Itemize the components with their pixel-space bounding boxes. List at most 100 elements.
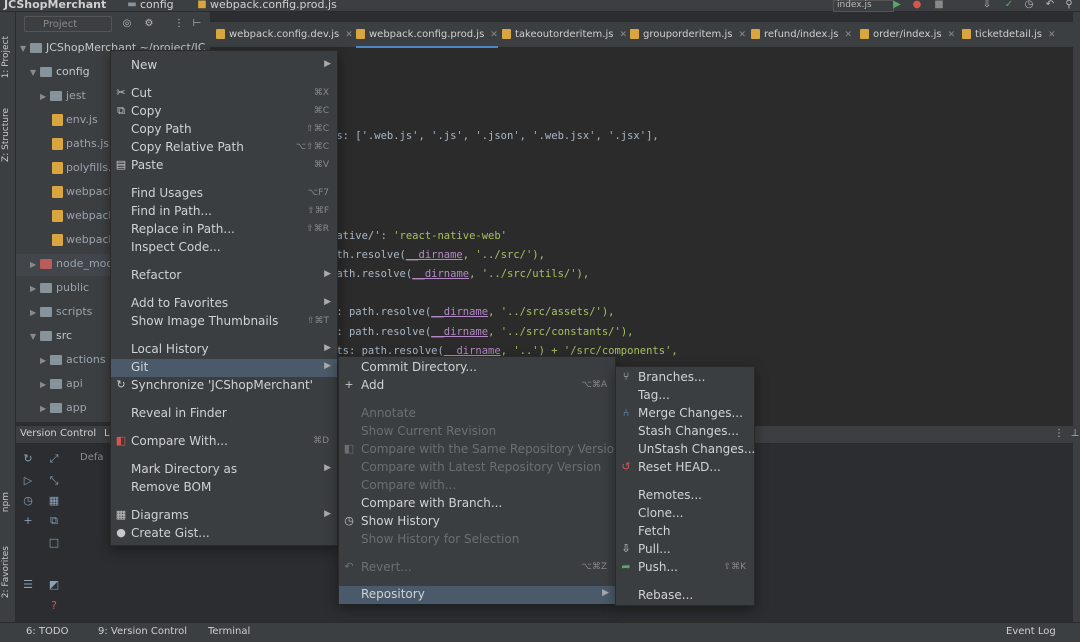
square-icon[interactable]: □ [48,537,60,549]
settings-icon[interactable]: ⚙ [144,19,154,29]
target-icon[interactable]: ◎ [122,19,132,29]
menu-copy[interactable]: ⧉ Copy ⌘C [111,103,337,121]
expand-icon[interactable]: ⤢ [48,453,60,465]
menu-compare-branch[interactable]: Compare with Branch... [339,495,615,513]
history-icon[interactable]: ◷ [1024,0,1034,10]
vcs-update-icon[interactable]: ⇩ [982,0,992,10]
menu-merge-changes[interactable]: ⑃ Merge Changes... [616,405,754,423]
tab-webpack-dev[interactable]: webpack.config.dev.js ✕ [216,22,353,48]
menu-add-favorites[interactable]: Add to Favorites ▶ [111,295,337,313]
project-tool-tab[interactable]: 1: Project [1,36,11,78]
hide-panel-icon[interactable]: ⊥ [1070,429,1080,439]
npm-tool-tab[interactable]: npm [1,492,11,512]
tab-refund-index[interactable]: refund/index.js ✕ [751,22,852,48]
menu-cut[interactable]: ✂ Cut ⌘X [111,85,337,103]
menu-repository[interactable]: Repository ▶ [339,586,615,604]
revert-icon[interactable]: ↶ [1045,0,1055,10]
close-icon[interactable]: ✕ [1048,30,1056,40]
run-config-select[interactable]: index.js [833,0,894,12]
menu-find-usages[interactable]: Find Usages ⌥F7 [111,185,337,203]
menu-new[interactable]: New ▶ [111,57,337,75]
help-icon[interactable]: ? [48,600,60,612]
menu-reset-head[interactable]: ↺ Reset HEAD... [616,459,754,477]
breadcrumb-config[interactable]: config [140,0,174,11]
menu-create-gist[interactable]: ● Create Gist... [111,525,337,543]
breadcrumb-project[interactable]: JCShopMerchant [4,0,106,11]
more-icon[interactable]: ⋮ [1054,429,1064,439]
menu-unstash-changes[interactable]: UnStash Changes... [616,441,755,459]
menu-compare-same-repo[interactable]: ◧ Compare with the Same Repository Versio… [339,441,622,459]
menu-show-history[interactable]: ◷ Show History [339,513,615,531]
hide-panel-icon[interactable]: ⊢ [192,19,202,29]
refresh-icon[interactable]: ↻ [22,453,34,465]
grid-icon[interactable]: ▦ [48,495,60,507]
menu-stash-changes[interactable]: Stash Changes... [616,423,754,441]
breadcrumb-file[interactable]: webpack.config.prod.js [210,0,337,11]
version-control-tool[interactable]: 9: Version Control [98,626,187,637]
changelist-default[interactable]: Defa [80,452,104,463]
list-icon[interactable]: ☰ [22,579,34,591]
stop-icon[interactable]: ■ [934,0,944,10]
menu-copy-path[interactable]: Copy Path ⇧⌘C [111,121,337,139]
menu-git[interactable]: Git ▶ [111,359,337,377]
close-icon[interactable]: ✕ [619,30,627,40]
menu-fetch[interactable]: Fetch [616,523,754,541]
menu-copy-relative-path[interactable]: Copy Relative Path ⌥⇧⌘C [111,139,337,157]
menu-remove-bom[interactable]: Remove BOM [111,479,337,497]
menu-find-in-path[interactable]: Find in Path... ⇧⌘F [111,203,337,221]
more-icon[interactable]: ⋮ [174,19,184,29]
event-log-tool[interactable]: Event Log [1006,626,1056,637]
menu-show-history-selection[interactable]: Show History for Selection [339,531,615,549]
close-icon[interactable]: ✕ [490,30,498,40]
menu-commit-directory[interactable]: Commit Directory... [339,359,615,377]
tab-takeoutorderitem[interactable]: takeoutorderitem.js ✕ [502,22,627,48]
close-icon[interactable]: ✕ [844,30,852,40]
menu-annotate[interactable]: Annotate [339,405,615,423]
menu-push[interactable]: ➦ Push... ⇧⌘K [616,559,754,577]
menu-replace-in-path[interactable]: Replace in Path... ⇧⌘R [111,221,337,239]
menu-remotes[interactable]: Remotes... [616,487,754,505]
debug-icon[interactable]: ● [912,0,922,10]
favorites-tool-tab[interactable]: 2: Favorites [1,546,11,598]
menu-show-current-revision[interactable]: Show Current Revision [339,423,615,441]
tab-grouporderitem[interactable]: grouporderitem.js ✕ [630,22,746,48]
menu-paste[interactable]: ▤ Paste ⌘V [111,157,337,175]
menu-local-history[interactable]: Local History ▶ [111,341,337,359]
history-icon[interactable]: ◷ [22,495,34,507]
commit-icon[interactable]: ▷ [22,475,34,487]
collapse-icon[interactable]: ⤡ [48,475,60,487]
menu-git-add[interactable]: + Add ⌥⌘A [339,377,615,395]
menu-rebase[interactable]: Rebase... [616,587,754,605]
close-icon[interactable]: ✕ [345,30,353,40]
close-icon[interactable]: ✕ [948,30,956,40]
menu-pull[interactable]: ⇩ Pull... [616,541,754,559]
terminal-tool[interactable]: Terminal [208,626,250,637]
vcs-commit-icon[interactable]: ✓ [1004,0,1014,10]
menu-compare-with[interactable]: ◧ Compare With... ⌘D [111,433,337,451]
menu-synchronize[interactable]: ↻ Synchronize 'JCShopMerchant' [111,377,337,395]
chart-icon[interactable]: ◩ [48,579,60,591]
add-icon[interactable]: + [22,515,34,527]
copy-icon[interactable]: ⧉ [48,515,60,527]
close-icon[interactable]: ✕ [738,30,746,40]
project-view-select[interactable]: Project [24,16,112,32]
search-icon[interactable]: ⚲ [1064,0,1074,10]
menu-refactor[interactable]: Refactor ▶ [111,267,337,285]
tab-ticketdetail[interactable]: ticketdetail.js ✕ [962,22,1056,48]
tab-webpack-prod[interactable]: webpack.config.prod.js ✕ [356,22,498,48]
menu-inspect-code[interactable]: Inspect Code... [111,239,337,257]
menu-branches[interactable]: ⑂ Branches... [616,369,754,387]
menu-show-thumbnails[interactable]: Show Image Thumbnails ⇧⌘T [111,313,337,331]
menu-tag[interactable]: Tag... [616,387,754,405]
menu-compare-with[interactable]: Compare with... [339,477,615,495]
todo-tool[interactable]: 6: TODO [26,626,68,637]
menu-compare-latest-repo[interactable]: Compare with Latest Repository Version [339,459,615,477]
menu-clone[interactable]: Clone... [616,505,754,523]
menu-reveal-finder[interactable]: Reveal in Finder [111,405,337,423]
menu-revert[interactable]: ↶ Revert... ⌥⌘Z [339,559,615,577]
run-icon[interactable]: ▶ [892,0,902,10]
menu-mark-directory[interactable]: Mark Directory as ▶ [111,461,337,479]
tab-version-control[interactable]: Version Control [20,428,96,439]
menu-diagrams[interactable]: ▦ Diagrams ▶ [111,507,337,525]
tab-order-index[interactable]: order/index.js ✕ [860,22,955,48]
